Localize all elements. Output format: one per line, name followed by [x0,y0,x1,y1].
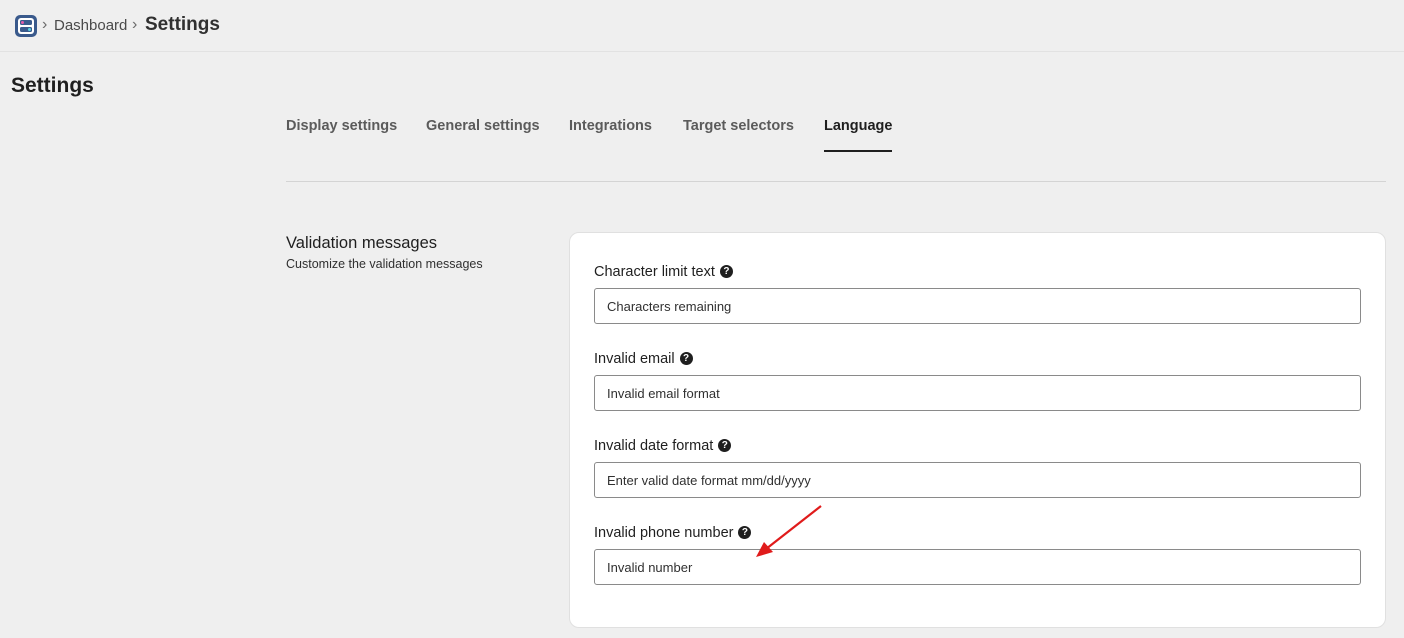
app-logo-icon[interactable] [15,15,37,37]
breadcrumb-dashboard-link[interactable]: Dashboard [54,17,127,34]
annotation-arrow-icon [756,505,822,557]
tab-target-selectors[interactable]: Target selectors [683,118,794,150]
character-limit-label-text: Character limit text [594,264,715,280]
invalid-email-input[interactable] [594,375,1361,411]
tabs-divider [286,181,1386,182]
invalid-date-format-input[interactable] [594,462,1361,498]
question-circle-icon[interactable]: ? [679,352,693,365]
invalid-phone-number-label-text: Invalid phone number [594,525,734,541]
breadcrumb-separator: › [132,16,138,33]
tab-language[interactable]: Language [824,118,893,152]
breadcrumb-current: Settings [145,14,220,35]
invalid-phone-number-input[interactable] [594,549,1361,585]
top-bar: › Dashboard › Settings [0,0,1404,52]
character-limit-input[interactable] [594,288,1361,324]
tab-general-settings[interactable]: General settings [426,118,540,150]
character-limit-label: Character limit text? [594,264,733,280]
question-circle-icon[interactable]: ? [719,265,733,278]
page-title: Settings [11,74,94,97]
invalid-email-label: Invalid email? [594,351,693,367]
validation-messages-card: Character limit text? Invalid email? Inv… [569,232,1386,628]
invalid-date-format-label-text: Invalid date format [594,438,714,454]
invalid-email-label-text: Invalid email [594,351,675,367]
tab-display-settings[interactable]: Display settings [286,118,397,150]
invalid-phone-number-label: Invalid phone number? [594,525,752,541]
section-title: Validation messages [286,234,438,252]
invalid-date-format-label: Invalid date format? [594,438,732,454]
section-subtitle: Customize the validation messages [286,257,483,271]
tab-integrations[interactable]: Integrations [569,118,652,150]
question-circle-icon[interactable]: ? [718,439,732,452]
breadcrumb-separator: › [42,16,48,33]
